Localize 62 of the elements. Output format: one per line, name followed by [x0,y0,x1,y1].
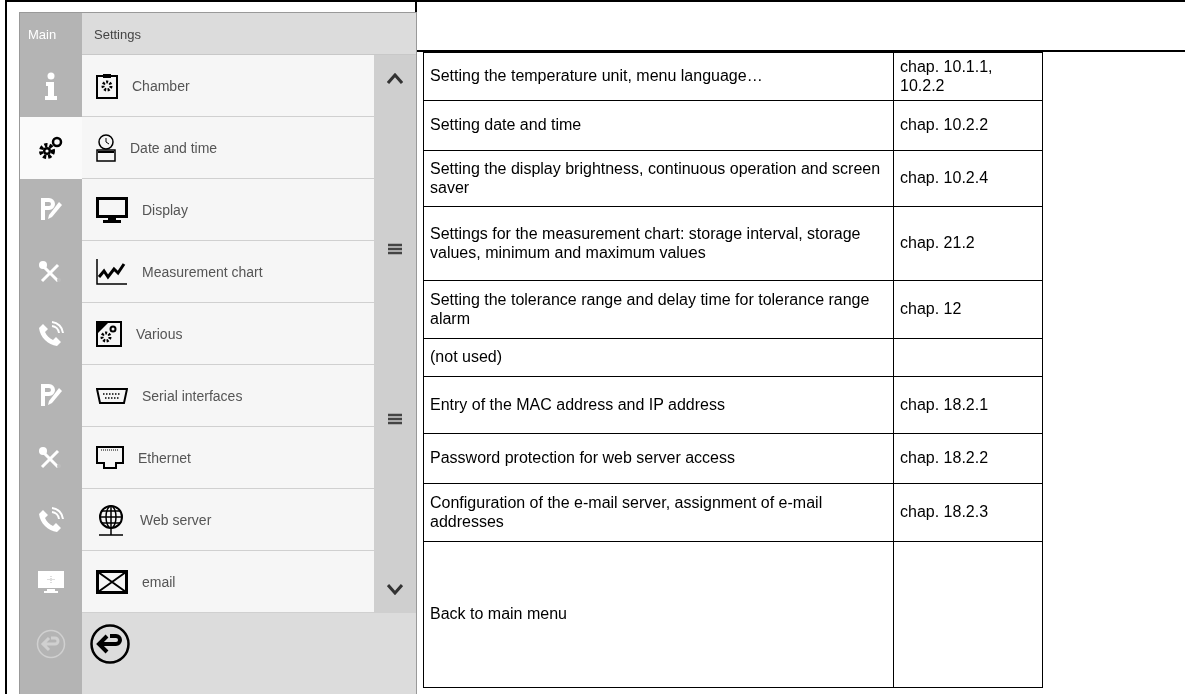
back-icon [90,624,130,664]
menu-item-label: Chamber [132,77,190,94]
table-cell: Setting the display brightness, continuous operation and screen saver [423,150,894,207]
menu-item-label: Measurement chart [142,263,263,280]
table-cell: chap. 10.2.4 [893,150,1043,207]
clipboard-gear-icon [96,72,118,99]
table-cell: chap. 18.2.3 [893,483,1043,542]
scrollbar[interactable] [374,55,416,613]
menu-item[interactable]: email [82,551,374,613]
menu-icon [388,413,402,425]
menu-item-label: email [142,573,176,590]
tools-icon [38,259,64,285]
phone-icon [38,321,64,347]
table-cell: Password protection for web server access [423,433,894,484]
network-port-icon [96,445,124,470]
menu-item-label: Various [136,325,183,342]
info-icon [44,72,58,100]
line-chart-icon [96,258,128,285]
table-cell: chap. 18.2.1 [893,376,1043,434]
menu-item-label: Ethernet [138,449,191,466]
chevron-up-icon [387,73,403,85]
table-cell: Entry of the MAC address and IP address [423,376,894,434]
tools-icon [38,445,64,471]
monitor-icon [96,196,128,223]
table-cell: Settings for the measurement chart: storage interval, storage values, minimum and maximum values [423,206,894,281]
menu-item[interactable]: Measurement chart [82,241,374,303]
table-cell: chap. 12 [893,280,1043,339]
sidebar-tab[interactable] [20,117,82,179]
menu-item-label: Serial interfaces [142,387,243,404]
table-cell: (not used) [423,338,894,377]
table-cell: chap. 18.2.2 [893,433,1043,484]
table-cell: chap. 10.2.2 [893,100,1043,151]
menu-item[interactable]: Various [82,303,374,365]
table-cell: Configuration of the e-mail server, assignment of e-mail addresses [423,483,894,542]
menu-item[interactable]: Web server [82,489,374,551]
serial-port-icon [96,387,128,404]
envelope-icon [96,569,128,594]
back-icon [36,629,66,659]
gears-icon [38,136,64,160]
table-cell: Back to main menu [423,541,894,688]
gears-box-icon [96,320,122,347]
menu-item[interactable]: Date and time [82,117,374,179]
menu-icon [388,243,402,255]
menu-item[interactable]: Ethernet [82,427,374,489]
phone-icon [38,507,64,533]
table-cell: chap. 10.1.1, 10.2.2 [893,52,1043,101]
table-cell: Setting the temperature unit, menu language… [423,52,894,101]
monitor-icon [37,570,65,594]
table-cell: Setting date and time [423,100,894,151]
globe-icon [96,503,126,536]
menu-item[interactable]: Display [82,179,374,241]
menu-item[interactable]: Serial interfaces [82,365,374,427]
table-cell: chap. 21.2 [893,206,1043,281]
menu-item[interactable]: Chamber [82,55,374,117]
menu-item-label: Display [142,201,188,218]
back-button[interactable] [90,624,130,664]
menu-item-label: Date and time [130,139,218,156]
clock-calendar-icon [96,133,116,162]
chevron-down-icon [387,583,403,595]
menu-item-label: Web server [140,511,212,528]
main-label: Main [27,26,58,44]
table-cell: Setting the tolerance range and delay time for tolerance range alarm [423,280,894,339]
